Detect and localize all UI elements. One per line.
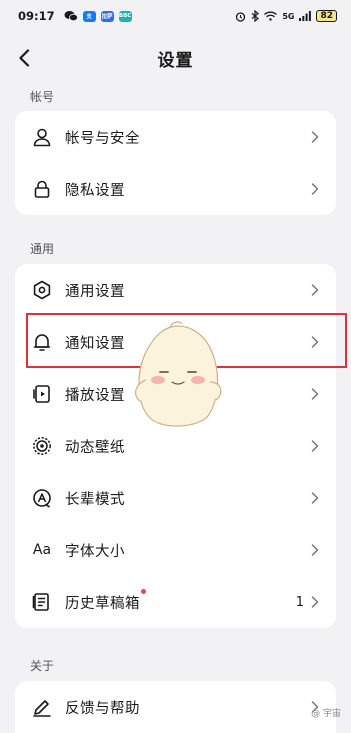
row-account-security[interactable]: 帐号与安全 <box>15 111 336 163</box>
row-label: 帐号与安全 <box>65 130 140 147</box>
back-arrow-icon <box>19 49 30 67</box>
section-label-about: 关于 <box>30 659 55 673</box>
status-time: 09:17 <box>18 9 55 23</box>
row-label: 通用设置 <box>65 283 125 300</box>
row-label: 字体大小 <box>65 543 125 560</box>
general-card: 通用设置 通知设置 播放设置 动态壁纸 长辈模式 Aa 字体大小 历史草稿箱 1 <box>15 264 336 628</box>
watermark-text: @ 宇宙 <box>311 709 341 719</box>
feedback-icon <box>31 696 53 718</box>
drafts-icon <box>31 591 53 613</box>
gear-icon <box>31 279 53 301</box>
play-settings-icon <box>31 383 53 405</box>
chevron-right-icon <box>311 544 319 556</box>
section-label-account: 帐号 <box>30 90 55 104</box>
row-label: 历史草稿箱 <box>65 595 140 612</box>
chevron-right-icon <box>311 440 319 452</box>
alipay-icon: 支 <box>82 10 96 22</box>
status-left: 09:17 支 拉萨 BBC <box>18 9 132 23</box>
wifi-icon <box>264 11 278 21</box>
row-label: 隐私设置 <box>65 182 125 199</box>
bell-icon <box>31 331 53 353</box>
watermark: @ 宇宙 <box>311 706 341 719</box>
network-label: 5G <box>282 11 295 21</box>
row-font-size[interactable]: Aa 字体大小 <box>15 524 336 576</box>
row-label: 反馈与帮助 <box>65 700 140 717</box>
row-feedback-help[interactable]: 反馈与帮助 <box>15 681 336 733</box>
user-icon <box>31 126 53 148</box>
app-icon-teal: BBC <box>118 10 132 22</box>
alarm-icon <box>236 11 246 22</box>
row-dynamic-wallpaper[interactable]: 动态壁纸 <box>15 420 336 472</box>
row-label: 长辈模式 <box>65 491 125 508</box>
row-general-settings[interactable]: 通用设置 <box>15 264 336 316</box>
new-dot-badge <box>141 588 146 594</box>
wechat-icon <box>64 11 78 22</box>
account-card: 帐号与安全 隐私设置 <box>15 111 336 215</box>
wallpaper-icon <box>31 435 53 457</box>
row-privacy[interactable]: 隐私设置 <box>15 163 336 215</box>
chevron-right-icon <box>311 388 319 400</box>
section-label-general: 通用 <box>30 242 55 256</box>
row-drafts[interactable]: 历史草稿箱 1 <box>15 576 336 628</box>
page-title: 设置 <box>157 50 194 71</box>
row-label: 动态壁纸 <box>65 439 125 456</box>
elder-mode-icon <box>31 487 53 509</box>
app-icon-blue: 拉萨 <box>100 10 114 22</box>
chevron-right-icon <box>311 336 319 348</box>
row-notification-settings[interactable]: 通知设置 <box>15 316 336 368</box>
row-label: 通知设置 <box>65 335 125 352</box>
back-button[interactable] <box>10 42 38 74</box>
font-size-icon: Aa <box>32 542 52 558</box>
about-card: 反馈与帮助 <box>15 681 336 733</box>
status-bar: 09:17 支 拉萨 BBC 5G 82 <box>0 0 351 32</box>
nav-bar: 设置 <box>0 36 351 80</box>
drafts-label-wrap: 历史草稿箱 <box>65 588 146 613</box>
battery-indicator: 82 <box>316 10 337 22</box>
chevron-right-icon <box>311 284 319 296</box>
drafts-count: 1 <box>295 594 304 610</box>
chevron-right-icon <box>311 183 319 195</box>
signal-icon <box>299 11 312 21</box>
row-label: 播放设置 <box>65 387 125 404</box>
row-elder-mode[interactable]: 长辈模式 <box>15 472 336 524</box>
lock-icon <box>31 178 53 200</box>
row-label-wrap: 历史草稿箱 <box>65 588 296 613</box>
chevron-right-icon <box>311 131 319 143</box>
status-right: 5G 82 <box>235 10 337 22</box>
chevron-right-icon <box>311 596 319 608</box>
chevron-right-icon <box>311 492 319 504</box>
bluetooth-icon <box>251 10 260 22</box>
row-playback-settings[interactable]: 播放设置 <box>15 368 336 420</box>
